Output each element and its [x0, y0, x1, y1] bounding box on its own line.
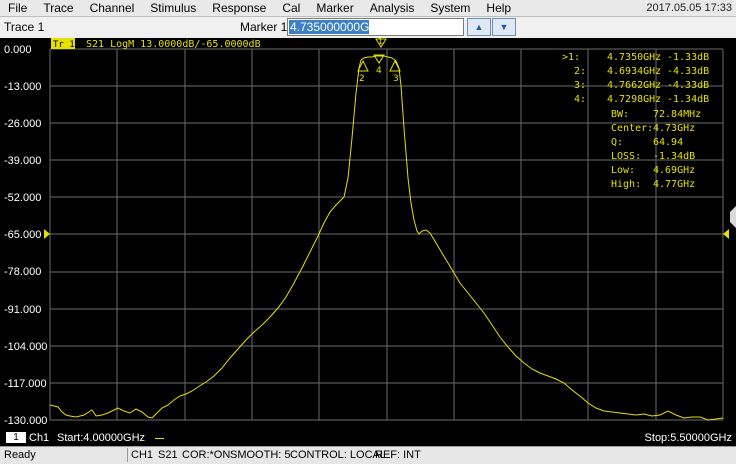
status-reference: REF: INT — [375, 449, 421, 461]
stop-frequency[interactable]: Stop:5.50000GHz — [645, 432, 732, 444]
marker-label: Marker 1 — [240, 20, 288, 34]
marker-val: -1.34dB — [667, 94, 709, 105]
menu-file[interactable]: File — [0, 0, 35, 16]
marker-val: -1.33dB — [667, 52, 709, 63]
status-ready: Ready — [4, 449, 36, 461]
marker-freq: 4.6934GHz — [607, 66, 661, 77]
marker-label: 3: — [574, 80, 586, 91]
status-channel: CH1 — [131, 449, 154, 461]
channel-footer: 1 Ch1 Start:4.00000GHz Stop:5.50000GHz — [0, 430, 736, 446]
menu-help[interactable]: Help — [478, 0, 519, 16]
menu-stimulus[interactable]: Stimulus — [142, 0, 204, 16]
stat-key: Low: — [611, 165, 635, 176]
reference-level-marker-left — [44, 229, 50, 239]
channel-number-badge[interactable]: 1 — [6, 432, 26, 443]
stat-key: Q: — [611, 137, 623, 148]
marker-freq: 4.7662GHz — [607, 80, 661, 91]
menu-response[interactable]: Response — [204, 0, 274, 16]
stat-value: 4.73GHz — [653, 123, 695, 134]
trace-selector[interactable]: Trace 1 — [4, 20, 44, 34]
status-smoothing: SMOOTH: 5 — [230, 449, 291, 461]
menu-channel[interactable]: Channel — [82, 0, 143, 16]
trace-legend-swatch — [155, 438, 164, 439]
marker-1-number: 1 — [378, 38, 383, 46]
marker-table: >1: 4.7350GHz -1.33dB 2: 4.6934GHz -4.33… — [562, 52, 709, 105]
trace-plot-area[interactable]: 0.000 -13.000 -26.000 -39.000 -52.000 -6… — [0, 38, 736, 430]
trace-header-text: S21 LogM 13.0000dB/-65.0000dB — [86, 39, 261, 50]
stat-key: LOSS: — [611, 151, 641, 162]
reference-level-marker-right — [723, 229, 729, 239]
marker-freq: 4.7350GHz — [607, 52, 661, 63]
menu-marker[interactable]: Marker — [308, 0, 361, 16]
stat-value: 4.77GHz — [653, 179, 695, 190]
status-divider — [127, 448, 128, 462]
side-panel-tab-icon[interactable] — [730, 206, 736, 228]
marker-label: 2: — [574, 66, 586, 77]
menu-cal[interactable]: Cal — [274, 0, 308, 16]
marker-4-number: 4 — [376, 66, 382, 76]
menu-trace[interactable]: Trace — [35, 0, 81, 16]
stat-key: High: — [611, 179, 641, 190]
marker-2-number: 2 — [359, 74, 365, 84]
marker-val: -4.33dB — [667, 80, 709, 91]
datetime: 2017.05.05 17:33 — [646, 2, 732, 14]
marker-down-button[interactable]: ▼ — [492, 18, 516, 36]
toolbar: Trace 1 Marker 1 4.735000000GHz ▲ ▼ — [0, 17, 736, 39]
menu-system[interactable]: System — [422, 0, 478, 16]
marker-value-input[interactable]: 4.735000000GHz — [287, 18, 464, 36]
stat-value: 72.84MHz — [653, 109, 701, 120]
status-parameter: S21 — [158, 449, 178, 461]
start-frequency[interactable]: Start:4.00000GHz — [57, 432, 145, 444]
stat-key: BW: — [611, 109, 629, 120]
marker-value-text: 4.735000000GHz — [290, 20, 385, 34]
stat-key: Center: — [611, 123, 653, 134]
down-arrow-icon: ▼ — [499, 22, 509, 32]
stat-value: 4.69GHz — [653, 165, 695, 176]
marker-up-button[interactable]: ▲ — [467, 18, 491, 36]
menu-bar: File Trace Channel Stimulus Response Cal… — [0, 0, 736, 17]
status-control: CONTROL: LOCAL — [290, 449, 386, 461]
stat-value: -1.34dB — [653, 151, 695, 162]
marker-3-number: 3 — [393, 74, 399, 84]
status-bar: Ready CH1 S21 COR:*ON SMOOTH: 5 CONTROL:… — [0, 446, 736, 464]
status-correction: COR:*ON — [182, 449, 231, 461]
channel-label: Ch1 — [29, 432, 50, 444]
trace-badge-text: Tr 1 — [53, 40, 75, 50]
up-arrow-icon: ▲ — [474, 22, 484, 32]
trace-svg: Tr 1 S21 LogM 13.0000dB/-65.0000dB 2 3 4… — [44, 38, 736, 421]
marker-label: 4: — [574, 94, 586, 105]
stat-value: 64.94 — [653, 137, 683, 148]
menu-analysis[interactable]: Analysis — [362, 0, 423, 16]
marker-freq: 4.7298GHz — [607, 94, 661, 105]
marker-label: >1: — [562, 52, 580, 63]
marker-val: -4.33dB — [667, 66, 709, 77]
